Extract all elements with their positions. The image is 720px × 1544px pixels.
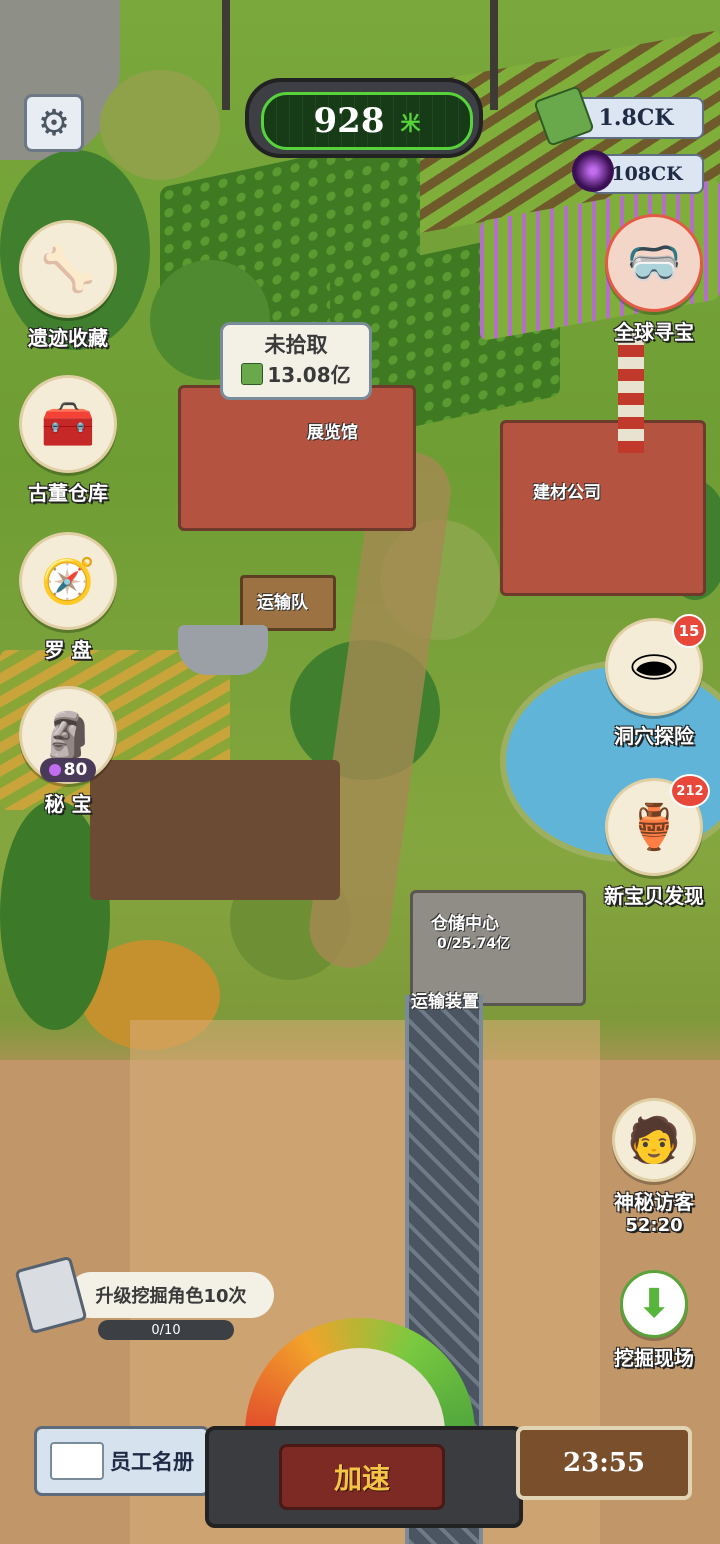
speed-up-button[interactable]: 加速 xyxy=(279,1444,445,1510)
task-label: 升级挖掘角色10次 xyxy=(95,1286,247,1307)
rope-left xyxy=(222,0,230,110)
cave-badge: 15 xyxy=(672,614,706,648)
cash-value: 1.8CK xyxy=(598,105,674,131)
game-map[interactable]: 展览馆 建材公司 运输队 仓储中心 0/25.74亿 运输装置 928 米 ⚙ … xyxy=(0,0,720,1544)
uncollected-amount-row: 13.08亿 xyxy=(223,359,369,388)
compass-button[interactable]: 🧭 罗 盘 xyxy=(18,532,118,663)
settings-button[interactable]: ⚙ xyxy=(24,94,84,152)
speed-up-panel: 加速 xyxy=(205,1426,523,1528)
countdown-timer-value: 23:55 xyxy=(563,1448,645,1478)
treasure-chest-icon: 🧰 xyxy=(40,399,96,450)
task-progress-bar: 0/10 xyxy=(98,1320,234,1340)
staff-roster-label: 员工名册 xyxy=(110,1450,194,1474)
buddha-statue-icon: 🗿 xyxy=(40,710,96,761)
building-company-label: 建材公司 xyxy=(533,483,601,503)
uncollected-bubble[interactable]: 未拾取 13.08亿 xyxy=(220,322,372,400)
cave-icon: 🕳 xyxy=(626,642,682,693)
chimney xyxy=(618,333,644,453)
uncollected-title: 未拾取 xyxy=(264,333,328,357)
warehouse-label: 仓储中心 xyxy=(431,914,499,934)
building-company[interactable]: 建材公司 xyxy=(500,333,706,596)
vr-headset-icon: 🥽 xyxy=(626,238,682,289)
task-label-box: 升级挖掘角色10次 xyxy=(68,1272,274,1318)
transport-device-label: 运输装置 xyxy=(411,992,479,1012)
antique-warehouse-label: 古董仓库 xyxy=(28,481,108,505)
down-arrow-icon: ⬇ xyxy=(637,1281,671,1327)
cave-exploration-label: 洞穴探险 xyxy=(614,724,694,748)
global-treasure-hunt-label: 全球寻宝 xyxy=(614,320,694,344)
dark-gem-icon xyxy=(572,150,614,192)
task-panel[interactable]: 升级挖掘角色10次 0/10 xyxy=(14,1255,276,1340)
antique-warehouse-button[interactable]: 🧰 古董仓库 xyxy=(18,375,118,506)
depth-unit: 米 xyxy=(400,110,421,135)
id-card-icon xyxy=(50,1442,104,1480)
speed-gauge-face xyxy=(275,1348,445,1433)
compass-icon: 🧭 xyxy=(40,556,96,607)
compass-label: 罗 盘 xyxy=(44,638,92,662)
transport-team-label: 运输队 xyxy=(257,593,308,613)
museum-label: 展览馆 xyxy=(307,423,358,443)
new-treasure-label: 新宝贝发现 xyxy=(604,884,704,908)
wheelbarrow-icon xyxy=(178,625,268,675)
barn[interactable] xyxy=(90,760,340,900)
warehouse-amount: 0/25.74亿 xyxy=(437,936,511,952)
visitor-avatar-icon: 🧑 xyxy=(626,1115,682,1166)
task-progress: 0/10 xyxy=(151,1322,181,1338)
secret-treasure-cost-value: 80 xyxy=(63,760,88,780)
secret-treasure-button[interactable]: 🗿 80 秘 宝 xyxy=(18,686,118,817)
depth-counter-screen: 928 米 xyxy=(261,92,473,150)
global-treasure-hunt-button[interactable]: 🥽 全球寻宝 xyxy=(604,214,704,345)
new-treasure-badge: 212 xyxy=(670,774,710,808)
museum-building[interactable]: 展览馆 xyxy=(178,385,416,531)
cave-exploration-button[interactable]: 🕳 15 洞穴探险 xyxy=(604,614,706,749)
transport-team-sign[interactable]: 运输队 xyxy=(240,575,336,631)
dig-site-button[interactable]: ⬇ 挖掘现场 xyxy=(604,1270,704,1371)
bronze-vessel-icon: 🏺 xyxy=(626,802,682,853)
mystery-visitor-label: 神秘访客 xyxy=(614,1190,694,1214)
dig-site-label: 挖掘现场 xyxy=(614,1346,694,1370)
new-treasure-button[interactable]: 🏺 212 新宝贝发现 xyxy=(604,774,710,909)
dinosaur-fossil-icon: 🦴 xyxy=(40,244,96,295)
relic-collection-button[interactable]: 🦴 遗迹收藏 xyxy=(18,220,118,351)
gem-value: 108CK xyxy=(611,163,683,185)
mystery-visitor-timer: 52:20 xyxy=(625,1215,683,1236)
tree xyxy=(100,70,220,180)
secret-treasure-cost: 80 xyxy=(40,758,96,782)
speed-up-label: 加速 xyxy=(333,1462,390,1495)
rope-right xyxy=(490,0,498,110)
secret-treasure-label: 秘 宝 xyxy=(44,792,92,816)
depth-value: 928 xyxy=(313,101,385,141)
uncollected-amount: 13.08亿 xyxy=(267,363,351,387)
cash-bill-small-icon xyxy=(241,362,264,385)
depth-counter: 928 米 xyxy=(245,78,483,158)
relic-collection-label: 遗迹收藏 xyxy=(28,326,108,350)
mystery-visitor-button[interactable]: 🧑 神秘访客 52:20 xyxy=(604,1098,704,1236)
staff-roster-button[interactable]: 员工名册 xyxy=(34,1426,210,1496)
gem-small-icon xyxy=(48,764,61,776)
gear-icon: ⚙ xyxy=(37,102,71,144)
countdown-timer: 23:55 xyxy=(516,1426,692,1500)
